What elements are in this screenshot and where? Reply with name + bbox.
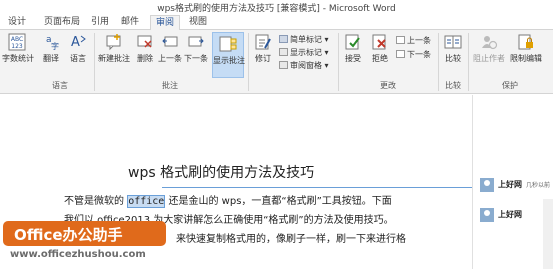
next-change-button[interactable]: 下一条 <box>396 49 431 60</box>
new-comment-icon <box>106 34 121 51</box>
paragraph-line-1[interactable]: 不管是微软的 office 还是金山的 wps，一直都“格式刷”工具按钮。下面 <box>64 192 392 208</box>
show-comments-icon <box>219 36 237 52</box>
reviewing-pane-label: 审阅窗格 <box>290 61 322 70</box>
group-protect-label: 保护 <box>502 81 518 90</box>
show-markup-icon <box>279 48 288 56</box>
next-comment-button[interactable]: 下一条 <box>184 33 208 64</box>
new-comment-label: 新建批注 <box>98 54 130 63</box>
restrict-editing-button[interactable]: 限制编辑 <box>508 33 544 64</box>
window-title: wps格式刷的使用方法及技巧 [兼容模式] - Microsoft Word <box>157 4 396 14</box>
commented-text-highlight[interactable]: office <box>127 195 166 208</box>
accept-button[interactable]: 接受 <box>341 33 365 64</box>
vertical-scrollbar[interactable] <box>543 199 553 269</box>
comment-balloon[interactable]: 上好网 <box>476 204 553 230</box>
compare-icon <box>444 35 462 49</box>
comment-author: 上好网 <box>498 210 522 219</box>
ribbon-review: ABC 123 字数统计 a 字 翻译 A 语言 语言 新建批注 删除 上一条 … <box>0 30 553 94</box>
previous-change-icon <box>396 36 405 44</box>
tab-references[interactable]: 引用 <box>88 15 112 30</box>
block-authors-label: 阻止作者 <box>473 54 505 63</box>
markup-icon <box>279 35 288 43</box>
accept-icon <box>345 34 360 50</box>
reject-label[interactable]: 拒绝 <box>368 53 392 64</box>
language-label: 语言 <box>70 54 86 63</box>
restrict-editing-label: 限制编辑 <box>510 54 542 63</box>
track-changes-icon <box>255 34 271 50</box>
word-count-label: 字数统计 <box>2 54 34 63</box>
group-comments-label: 批注 <box>162 81 178 90</box>
reject-icon <box>372 34 386 50</box>
group-compare-label: 比较 <box>445 81 461 90</box>
compare-label: 比较 <box>445 54 461 63</box>
translate-label: 翻译 <box>43 54 59 63</box>
paragraph-text: 不管是微软的 <box>64 196 128 207</box>
show-markup-dropdown[interactable]: 显示标记 ▾ <box>279 47 329 58</box>
block-authors-icon <box>482 36 498 50</box>
language-button[interactable]: A 语言 <box>66 33 90 64</box>
block-authors-button[interactable]: 阻止作者 <box>472 33 506 64</box>
paragraph-line-3[interactable]: 来快速复制格式用的，像刷子一样，刷一下来进行格 <box>176 230 406 245</box>
group-separator <box>468 33 469 91</box>
simple-markup-dropdown[interactable]: 简单标记 ▾ <box>279 34 329 45</box>
comment-author: 上好网 <box>498 180 522 189</box>
previous-comment-label: 上一条 <box>158 54 182 63</box>
group-separator <box>248 33 249 91</box>
tab-page-layout[interactable]: 页面布局 <box>40 15 84 30</box>
group-separator <box>338 33 339 91</box>
abc-123-icon: ABC 123 <box>8 33 26 51</box>
previous-comment-icon <box>162 36 178 47</box>
svg-text:123: 123 <box>11 43 23 50</box>
tab-mailings[interactable]: 邮件 <box>118 15 142 30</box>
watermark-brand: Office办公助手 <box>14 226 123 244</box>
tab-design[interactable]: 设计 <box>2 15 32 30</box>
track-changes-button[interactable]: 修订 <box>252 33 274 64</box>
next-change-icon <box>396 50 405 58</box>
paragraph-text: 还是金山的 wps，一直都“格式刷”工具按钮。下面 <box>165 196 392 207</box>
previous-change-label: 上一条 <box>407 36 431 45</box>
language-icon: A <box>71 35 86 50</box>
accept-label[interactable]: 接受 <box>341 53 365 64</box>
compare-button[interactable]: 比较 <box>442 33 464 64</box>
comment-time: 几秒以前 <box>526 182 551 189</box>
simple-markup-label: 简单标记 <box>290 35 322 44</box>
show-comments-label: 显示批注 <box>213 56 245 65</box>
avatar <box>480 208 494 222</box>
group-separator <box>94 33 95 91</box>
next-change-label: 下一条 <box>407 50 431 59</box>
watermark-url: www.officezhushou.com <box>10 249 146 260</box>
show-comments-button[interactable]: 显示批注 <box>212 32 245 78</box>
reviewing-pane-dropdown[interactable]: 审阅窗格 ▾ <box>279 60 329 71</box>
previous-change-button[interactable]: 上一条 <box>396 35 431 46</box>
track-changes-label: 修订 <box>255 54 271 63</box>
avatar <box>480 178 494 192</box>
tab-view[interactable]: 视图 <box>186 15 210 30</box>
delete-comment-icon <box>137 35 152 48</box>
new-comment-button[interactable]: 新建批注 <box>96 33 132 64</box>
group-changes-label: 更改 <box>380 81 396 90</box>
previous-comment-button[interactable]: 上一条 <box>158 33 182 64</box>
delete-comment-button[interactable]: 删除 <box>134 33 156 64</box>
word-count-button[interactable]: ABC 123 字数统计 <box>2 33 34 64</box>
group-language-label: 语言 <box>52 81 68 90</box>
tab-review[interactable]: 审阅 <box>150 15 180 30</box>
comment-connector-line <box>162 187 476 188</box>
translate-button[interactable]: a 字 翻译 <box>40 33 62 64</box>
ruler <box>0 95 470 104</box>
reviewing-pane-icon <box>279 61 288 69</box>
show-markup-label: 显示标记 <box>290 48 322 57</box>
translate-icon: a 字 <box>46 35 59 51</box>
svg-text:A: A <box>71 35 80 50</box>
svg-text:ABC: ABC <box>11 36 23 43</box>
svg-text:字: 字 <box>51 41 59 51</box>
reject-button[interactable]: 拒绝 <box>368 33 392 64</box>
title-bar: wps格式刷的使用方法及技巧 [兼容模式] - Microsoft Word <box>0 0 553 14</box>
comment-balloon[interactable]: 上好网 几秒以前 <box>476 174 553 200</box>
delete-comment-label: 删除 <box>137 54 153 63</box>
ribbon-tabs: 设计 页面布局 引用 邮件 审阅 视图 <box>0 14 553 30</box>
next-comment-label: 下一条 <box>184 54 208 63</box>
restrict-editing-icon <box>518 34 533 50</box>
document-title[interactable]: wps 格式刷的使用方法及技巧 <box>128 162 314 182</box>
next-comment-icon <box>188 36 204 47</box>
group-separator <box>438 33 439 91</box>
